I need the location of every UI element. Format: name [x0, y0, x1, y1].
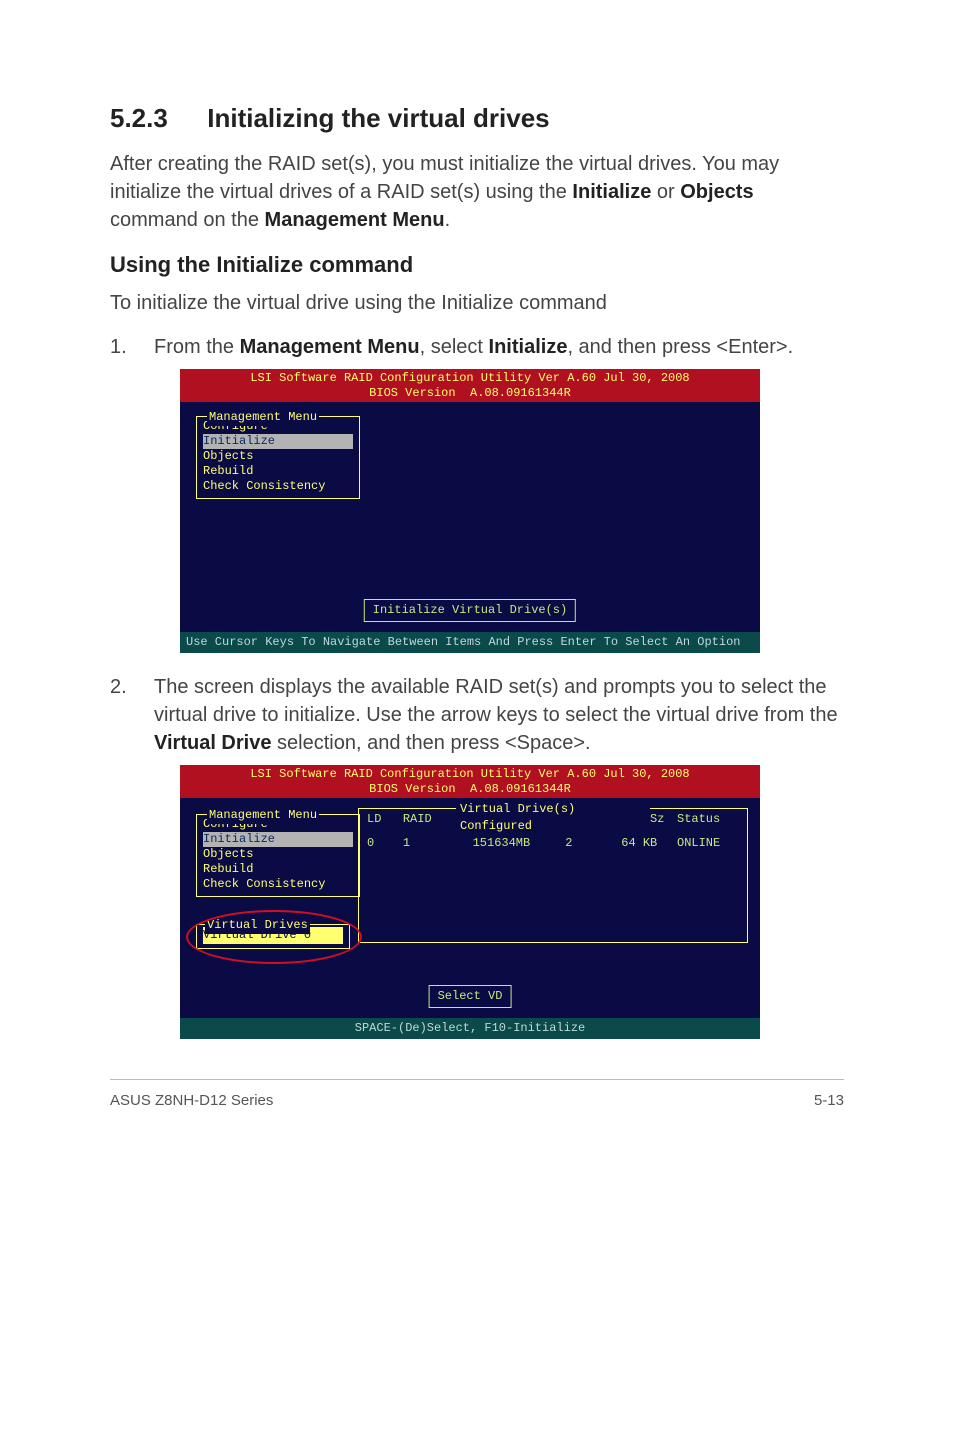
menu-item-objects[interactable]: Objects: [203, 449, 353, 464]
virtual-drives-menu[interactable]: Virtual Drives Virtual Drive 0: [196, 924, 350, 949]
bios-hint-box: Select VD: [429, 985, 512, 1008]
bios-screenshot-2: LSI Software RAID Configuration Utility …: [180, 765, 760, 1039]
bios-screenshot-1: LSI Software RAID Configuration Utility …: [180, 369, 760, 653]
virtual-drives-table: Virtual Drive(s) Configured LD RAID Size…: [358, 808, 748, 943]
vmenu-legend: Virtual Drives: [205, 917, 310, 934]
subsection-heading: Using the Initialize command: [110, 250, 844, 281]
menu-item-rebuild[interactable]: Rebuild: [203, 862, 353, 877]
table-row: 0 1 151634MB 2 64 KB ONLINE: [367, 835, 739, 851]
bios-titlebar: LSI Software RAID Configuration Utility …: [180, 765, 760, 798]
management-menu[interactable]: Management Menu Configure Initialize Obj…: [196, 814, 360, 897]
menu-legend: Management Menu: [207, 807, 319, 824]
bios-footer-help: SPACE-(De)Select, F10-Initialize: [180, 1018, 760, 1039]
bios-footer-help: Use Cursor Keys To Navigate Between Item…: [180, 632, 760, 653]
footer-left: ASUS Z8NH-D12 Series: [110, 1090, 273, 1111]
step-number: 1.: [110, 333, 154, 361]
step-number: 2.: [110, 673, 154, 757]
step-1: 1. From the Management Menu, select Init…: [110, 333, 844, 361]
table-legend: Virtual Drive(s) Configured: [456, 801, 650, 835]
bios-titlebar: LSI Software RAID Configuration Utility …: [180, 369, 760, 402]
section-heading: 5.2.3 Initializing the virtual drives: [110, 100, 844, 136]
menu-item-initialize[interactable]: Initialize: [203, 434, 353, 449]
section-title: Initializing the virtual drives: [207, 103, 549, 133]
subsection-lead: To initialize the virtual drive using th…: [110, 289, 844, 317]
menu-item-objects[interactable]: Objects: [203, 847, 353, 862]
menu-item-check-consistency[interactable]: Check Consistency: [203, 479, 353, 494]
bios-hint-box: Initialize Virtual Drive(s): [364, 599, 576, 622]
section-number: 5.2.3: [110, 100, 200, 136]
menu-item-initialize[interactable]: Initialize: [203, 832, 353, 847]
page-footer: ASUS Z8NH-D12 Series 5-13: [110, 1079, 844, 1111]
menu-item-rebuild[interactable]: Rebuild: [203, 464, 353, 479]
intro-paragraph: After creating the RAID set(s), you must…: [110, 150, 844, 234]
step-2: 2. The screen displays the available RAI…: [110, 673, 844, 757]
footer-right: 5-13: [814, 1090, 844, 1111]
menu-legend: Management Menu: [207, 409, 319, 426]
management-menu[interactable]: Management Menu Configure Initialize Obj…: [196, 416, 360, 499]
menu-item-check-consistency[interactable]: Check Consistency: [203, 877, 353, 892]
